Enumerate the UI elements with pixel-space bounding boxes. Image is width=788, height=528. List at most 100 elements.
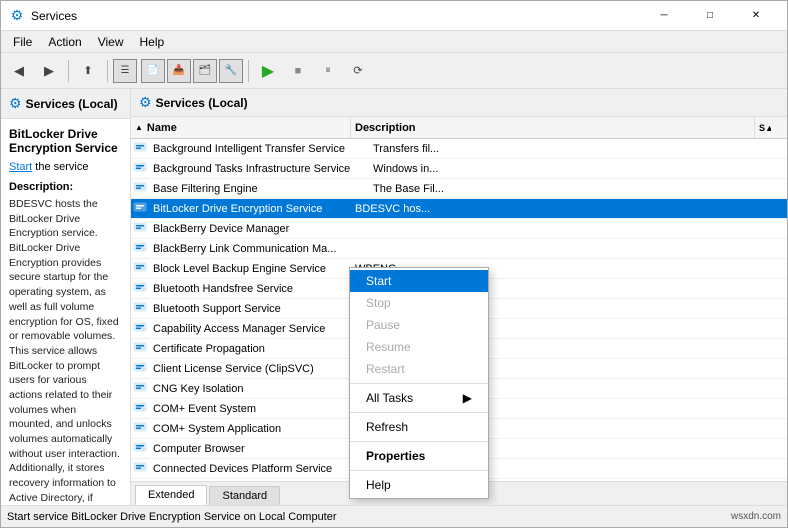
- close-button[interactable]: ✕: [733, 1, 779, 31]
- start-service-line: Start the service: [9, 161, 122, 173]
- description-column-label: Description: [355, 122, 416, 134]
- toolbar-up[interactable]: ⬆: [74, 57, 102, 85]
- right-panel: ⚙ Services (Local) ▲ Name Description S▲: [131, 89, 787, 505]
- service-desc-cell: The Base Fil...: [369, 182, 771, 196]
- service-status-cell: [771, 308, 787, 310]
- ctx-sep-1: [350, 383, 488, 384]
- ctx-sep-3: [350, 441, 488, 442]
- service-icon: [133, 140, 147, 154]
- panel-header-icon: ⚙: [139, 94, 152, 111]
- row-icon-cell: [131, 260, 149, 277]
- row-icon-cell: [131, 300, 149, 317]
- ctx-resume[interactable]: Resume: [350, 336, 488, 358]
- toolbar-delete[interactable]: 🗂: [193, 59, 217, 83]
- service-name-cell: Bluetooth Handsfree Service: [149, 282, 351, 296]
- row-icon-cell: [131, 140, 149, 157]
- col-header-name[interactable]: ▲ Name: [131, 117, 351, 138]
- service-status-cell: [771, 348, 787, 350]
- sort-arrow-up: ▲: [135, 123, 143, 132]
- row-icon-cell: [131, 320, 149, 337]
- toolbar-show-hide[interactable]: ☰: [113, 59, 137, 83]
- service-name-cell: Certificate Propagation: [149, 342, 351, 356]
- toolbar-pause[interactable]: ⏸: [314, 57, 342, 85]
- service-status-cell: [771, 268, 787, 270]
- service-icon: [133, 440, 147, 454]
- main-window: ⚙ Services ─ □ ✕ File Action View Help ◀…: [0, 0, 788, 528]
- row-icon-cell: [131, 180, 149, 197]
- service-name-cell: Base Filtering Engine: [149, 182, 369, 196]
- ctx-all-tasks[interactable]: All Tasks ▶: [350, 387, 488, 409]
- table-row[interactable]: Base Filtering Engine The Base Fil...: [131, 179, 787, 199]
- status-bar: Start service BitLocker Drive Encryption…: [1, 505, 787, 527]
- service-name-cell: CNG Key Isolation: [149, 382, 351, 396]
- row-icon-cell: [131, 340, 149, 357]
- service-icon: [133, 380, 147, 394]
- service-description-block: Description: BDESVC hosts the BitLocker …: [9, 181, 122, 505]
- window-title: Services: [31, 9, 641, 23]
- minimize-button[interactable]: ─: [641, 1, 687, 31]
- service-icon: [133, 180, 147, 194]
- watermark-text: wsxdn.com: [731, 511, 781, 522]
- service-desc-cell-selected: BDESVC hos...: [351, 202, 771, 216]
- ctx-pause[interactable]: Pause: [350, 314, 488, 336]
- toolbar-import[interactable]: 📥: [167, 59, 191, 83]
- toolbar-stop[interactable]: ■: [284, 57, 312, 85]
- service-display-name: BitLocker Drive Encryption Service: [9, 127, 122, 155]
- toolbar-back[interactable]: ◀: [5, 57, 33, 85]
- service-name-cell: COM+ Event System: [149, 402, 351, 416]
- title-bar-buttons: ─ □ ✕: [641, 1, 779, 31]
- service-name-cell: Connected Devices Platform Service: [149, 462, 351, 476]
- ctx-properties[interactable]: Properties: [350, 445, 488, 467]
- status-column-label: S▲: [759, 123, 771, 133]
- left-panel-header: ⚙ Services (Local): [1, 89, 130, 119]
- row-icon-cell: [131, 400, 149, 417]
- service-icon: [133, 240, 147, 254]
- ctx-stop[interactable]: Stop: [350, 292, 488, 314]
- menu-help[interactable]: Help: [132, 33, 173, 51]
- maximize-button[interactable]: □: [687, 1, 733, 31]
- ctx-restart[interactable]: Restart: [350, 358, 488, 380]
- service-name-cell: Computer Browser: [149, 442, 351, 456]
- menu-view[interactable]: View: [90, 33, 132, 51]
- service-status-cell: [771, 468, 787, 470]
- service-name-cell: Block Level Backup Engine Service: [149, 262, 351, 276]
- tab-standard[interactable]: Standard: [209, 486, 280, 505]
- service-name-cell: BlackBerry Link Communication Ma...: [149, 242, 351, 256]
- start-service-link[interactable]: Start: [9, 161, 32, 173]
- service-status-cell: [771, 368, 787, 370]
- ctx-start[interactable]: Start: [350, 270, 488, 292]
- tab-extended[interactable]: Extended: [135, 485, 207, 505]
- col-header-description[interactable]: Description: [351, 117, 755, 138]
- row-icon-cell: [131, 240, 149, 257]
- table-row[interactable]: BlackBerry Device Manager: [131, 219, 787, 239]
- toolbar-sep-3: [248, 60, 249, 82]
- toolbar: ◀ ▶ ⬆ ☰ 📄 📥 🗂 🔧 ▶ ■ ⏸ ⟳: [1, 53, 787, 89]
- menu-file[interactable]: File: [5, 33, 40, 51]
- service-icon: [133, 320, 147, 334]
- table-header: ▲ Name Description S▲: [131, 117, 787, 139]
- description-label: Description:: [9, 181, 122, 193]
- table-row[interactable]: Background Tasks Infrastructure Service …: [131, 159, 787, 179]
- table-row[interactable]: BlackBerry Link Communication Ma...: [131, 239, 787, 259]
- toolbar-forward[interactable]: ▶: [35, 57, 63, 85]
- table-row[interactable]: Background Intelligent Transfer Service …: [131, 139, 787, 159]
- col-header-status[interactable]: S▲: [755, 117, 771, 138]
- toolbar-start[interactable]: ▶: [254, 57, 282, 85]
- status-text: Start service BitLocker Drive Encryption…: [7, 511, 337, 523]
- ctx-refresh[interactable]: Refresh: [350, 416, 488, 438]
- left-panel-title: Services (Local): [26, 97, 118, 111]
- service-icon: [133, 300, 147, 314]
- row-icon-cell: [131, 380, 149, 397]
- toolbar-restart[interactable]: ⟳: [344, 57, 372, 85]
- menu-action[interactable]: Action: [40, 33, 89, 51]
- toolbar-export[interactable]: 📄: [141, 59, 165, 83]
- service-status-cell: [771, 248, 787, 250]
- ctx-help[interactable]: Help: [350, 474, 488, 496]
- service-status-cell: [771, 408, 787, 410]
- services-local-icon: ⚙: [9, 95, 22, 112]
- left-panel: ⚙ Services (Local) BitLocker Drive Encry…: [1, 89, 131, 505]
- toolbar-properties[interactable]: 🔧: [219, 59, 243, 83]
- service-name-cell: Bluetooth Support Service: [149, 302, 351, 316]
- service-status-cell: [771, 228, 787, 230]
- table-row-selected[interactable]: BitLocker Drive Encryption Service BDESV…: [131, 199, 787, 219]
